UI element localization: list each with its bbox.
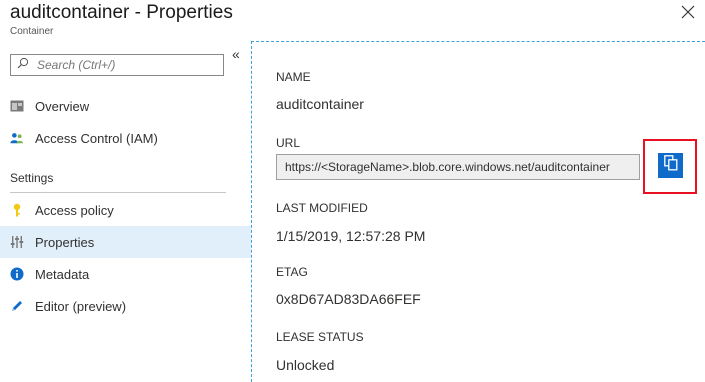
etag-value: 0x8D67AD83DA66FEF: [276, 291, 421, 307]
last-modified-value: 1/15/2019, 12:57:28 PM: [276, 228, 426, 244]
lease-status-value: Unlocked: [276, 357, 335, 373]
sidebar-item-editor[interactable]: Editor (preview): [0, 290, 251, 322]
close-icon[interactable]: [680, 4, 700, 24]
sidebar-item-access-policy[interactable]: Access policy: [0, 194, 251, 226]
sidebar-item-label: Access policy: [35, 202, 114, 218]
name-value: auditcontainer: [276, 96, 364, 112]
copy-to-clipboard-button[interactable]: [658, 153, 683, 178]
properties-sliders-icon: [10, 235, 24, 249]
sidebar-item-label: Overview: [35, 98, 90, 114]
key-icon: [10, 203, 24, 217]
search-input[interactable]: Search (Ctrl+/): [10, 54, 224, 76]
sidebar-item-label: Access Control (IAM): [35, 130, 158, 146]
search-icon: [17, 56, 29, 74]
page-title: auditcontainer - Properties: [10, 2, 233, 23]
url-field[interactable]: https://<StorageName>.blob.core.windows.…: [276, 154, 640, 180]
collapse-sidebar-button[interactable]: «: [232, 46, 240, 62]
overview-icon: [10, 99, 24, 113]
settings-section-header: Settings: [10, 171, 54, 185]
last-modified-label: LAST MODIFIED: [276, 201, 368, 215]
etag-label: ETAG: [276, 265, 308, 279]
sidebar-item-metadata[interactable]: Metadata: [0, 258, 251, 290]
content-top-border: [251, 41, 705, 42]
info-icon: [10, 267, 24, 281]
copy-icon: [663, 155, 678, 176]
sidebar-item-label: Properties: [35, 234, 95, 250]
section-divider: [10, 192, 226, 193]
sidebar-item-access-control[interactable]: Access Control (IAM): [0, 122, 251, 154]
page-subtitle: Container: [10, 26, 54, 37]
lease-status-label: LEASE STATUS: [276, 330, 364, 344]
sidebar-item-properties[interactable]: Properties: [0, 226, 251, 258]
url-label: URL: [276, 136, 301, 150]
iam-people-icon: [10, 131, 24, 145]
blade-divider: [251, 41, 252, 382]
search-placeholder: Search (Ctrl+/): [37, 58, 116, 72]
sidebar-item-label: Metadata: [35, 266, 90, 282]
pencil-icon: [10, 299, 24, 313]
sidebar-item-label: Editor (preview): [35, 298, 127, 314]
name-label: NAME: [276, 70, 311, 84]
sidebar-item-overview[interactable]: Overview: [0, 90, 251, 122]
